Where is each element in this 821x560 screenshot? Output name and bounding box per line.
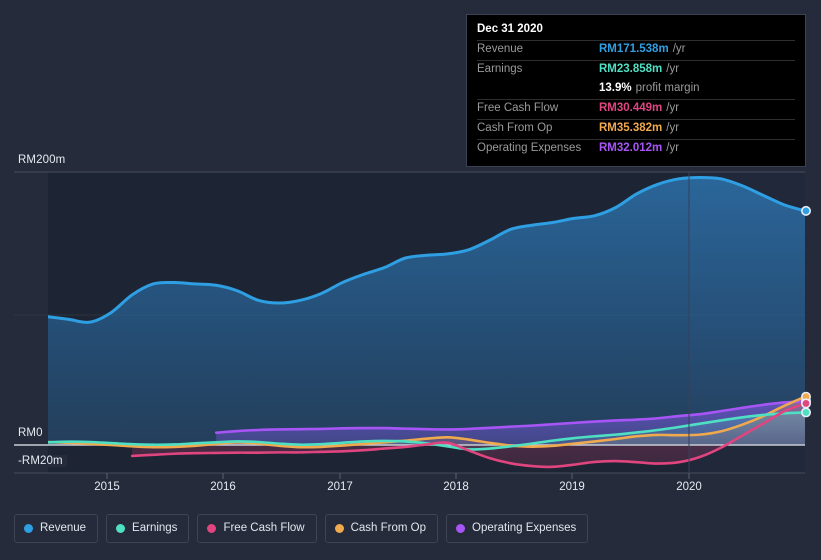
tooltip-row: Revenue RM171.538m/yr — [477, 40, 795, 60]
tooltip-row-value: RM171.538m/yr — [599, 43, 686, 55]
tooltip-row-value: 13.9% profit margin — [599, 82, 700, 94]
tooltip-row-unit: /yr — [672, 43, 686, 55]
financial-chart: RM200m RM0 -RM20m 2015 2016 2017 2018 2019 20… — [0, 0, 821, 560]
legend-item-earnings[interactable]: Earnings — [106, 514, 190, 543]
x-axis-label-2016: 2016 — [210, 481, 236, 493]
tooltip-row-unit: /yr — [666, 63, 680, 75]
x-axis-label-2015: 2015 — [94, 481, 120, 493]
y-axis-label-0: RM0 — [18, 427, 47, 439]
endpoint-earnings — [800, 407, 811, 418]
y-axis-label-200m: RM200m — [18, 154, 70, 166]
legend-item-free-cash-flow[interactable]: Free Cash Flow — [197, 514, 317, 543]
tooltip-row: Cash From Op RM35.382m/yr — [477, 119, 795, 139]
tooltip-row-unit: /yr — [666, 102, 680, 114]
endpoint-revenue — [800, 205, 811, 216]
legend-item-label: Operating Expenses — [472, 521, 577, 534]
tooltip-row-label: Free Cash Flow — [477, 102, 559, 114]
legend-dot-icon — [334, 524, 344, 533]
x-axis-label-2020: 2020 — [676, 481, 702, 493]
legend-dot-icon — [207, 524, 217, 533]
tooltip-row: Operating Expenses RM32.012m/yr — [477, 139, 795, 159]
tooltip-row-value: RM32.012m/yr — [599, 142, 680, 154]
legend-item-label: Revenue — [40, 521, 87, 534]
tooltip-row-value: RM30.449m/yr — [599, 102, 680, 114]
x-axis-label-2018: 2018 — [443, 481, 469, 493]
legend-dot-icon — [116, 524, 126, 533]
legend-item-label: Earnings — [132, 521, 178, 534]
tooltip-row: 13.9% profit margin — [477, 80, 795, 99]
tooltip-row-label: Cash From Op — [477, 122, 553, 134]
endpoint-free-cash-flow — [800, 398, 811, 409]
legend-item-cash-from-op[interactable]: Cash From Op — [324, 514, 439, 543]
legend-item-operating-expenses[interactable]: Operating Expenses — [446, 514, 589, 543]
tooltip-row-value: RM23.858m/yr — [599, 63, 680, 75]
tooltip-row-label: Operating Expenses — [477, 142, 582, 154]
tooltip-row-label: Revenue — [477, 43, 524, 55]
tooltip-rows: Revenue RM171.538m/yr Earnings RM23.858m/yr… — [477, 40, 795, 159]
x-axis-label-2017: 2017 — [327, 481, 353, 493]
legend-item-label: Cash From Op — [350, 521, 427, 534]
tooltip-row: Free Cash Flow RM30.449m/yr — [477, 99, 795, 119]
tooltip-row: Earnings RM23.858m/yr — [477, 60, 795, 80]
tooltip-row-label: Earnings — [477, 63, 523, 75]
x-tick-marks — [106, 473, 690, 479]
x-axis-label-2019: 2019 — [559, 481, 585, 493]
tooltip-row-unit: /yr — [666, 142, 680, 154]
tooltip-date: Dec 31 2020 — [477, 23, 543, 35]
legend-item-revenue[interactable]: Revenue — [14, 514, 99, 543]
data-tooltip: Dec 31 2020 Revenue RM171.538m/yr Earnings… — [466, 14, 806, 167]
legend-dot-icon — [24, 524, 33, 533]
legend-item-label: Free Cash Flow — [223, 521, 305, 534]
y-axis-label-neg20m: -RM20m — [18, 455, 67, 467]
tooltip-row-value: RM35.382m/yr — [599, 122, 680, 134]
legend-dot-icon — [456, 524, 466, 533]
chart-legend[interactable]: Revenue Earnings Free Cash Flow Cash From O… — [14, 514, 589, 543]
tooltip-row-unit: profit margin — [635, 82, 700, 94]
tooltip-row-unit: /yr — [666, 122, 680, 134]
